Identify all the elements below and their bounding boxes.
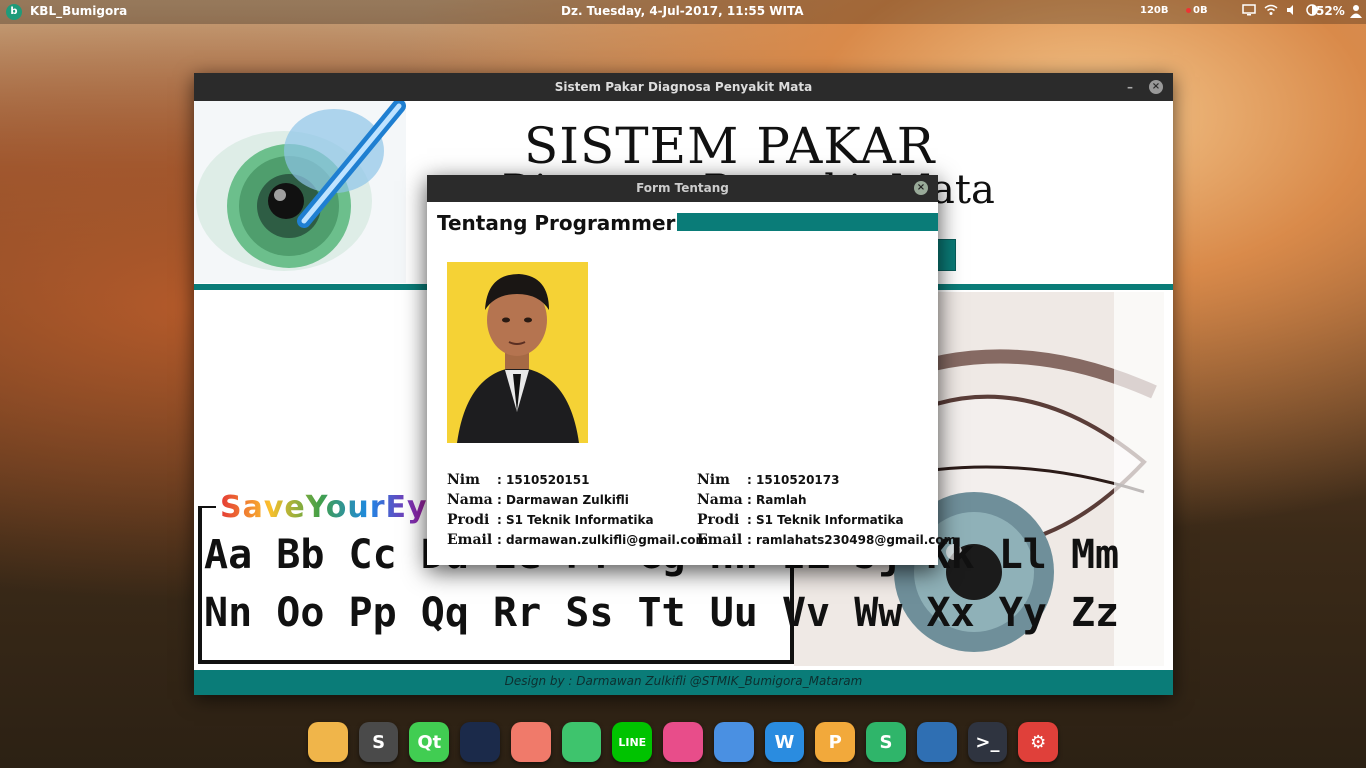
alphabet-row-2: Nn Oo Pp Qq Rr Ss Tt Uu Vv Ww Xx Yy Zz	[204, 590, 1120, 636]
settings-icon[interactable]: ⚙	[1018, 722, 1059, 762]
wps-presentation-icon[interactable]: P	[815, 722, 856, 762]
programmer-photo	[447, 262, 588, 443]
app-name[interactable]: KBL_Bumigora	[30, 4, 127, 18]
line-icon[interactable]: LINE	[612, 722, 653, 762]
display-icon[interactable]	[1242, 4, 1256, 19]
programmer1-nama: : Darmawan Zulkifli	[497, 493, 629, 507]
eye-logo-icon	[194, 101, 406, 283]
files-icon[interactable]	[308, 722, 348, 762]
chromium-icon[interactable]	[713, 722, 754, 762]
minimize-button[interactable]: –	[1127, 73, 1133, 101]
network-upload-speed: 120B	[1140, 5, 1169, 16]
close-button[interactable]: ×	[1149, 80, 1163, 94]
programmer2-prodi: : S1 Teknik Informatika	[747, 513, 904, 527]
programmer1-info: Nim : 1510520151 Nama : Darmawan Zulkifl…	[447, 472, 708, 552]
nim-label: Nim	[697, 472, 730, 488]
programmer2-email-row: Email : ramlahats230498@gmail.com	[697, 532, 956, 552]
programmer1-nama-row: Nama : Darmawan Zulkifli	[447, 492, 708, 512]
mysql-workbench-icon[interactable]	[460, 722, 500, 762]
dock: S Qt LINE W P S >_ ⚙	[308, 716, 1059, 768]
nama-label: Nama	[447, 492, 493, 508]
system-tray	[1242, 4, 1318, 19]
main-window-title: Sistem Pakar Diagnosa Penyakit Mata	[554, 80, 813, 94]
dialog-heading-bar	[677, 213, 938, 231]
programmer1-nim: : 1510520151	[497, 473, 590, 487]
wifi-icon[interactable]	[1264, 4, 1278, 19]
dialog-close-button[interactable]: ×	[914, 181, 928, 195]
programmer1-prodi-row: Prodi : S1 Teknik Informatika	[447, 512, 708, 532]
programmer2-info: Nim : 1510520173 Nama : Ramlah Prodi : S…	[697, 472, 956, 552]
programmer1-email: : darmawan.zulkifli@gmail.com	[497, 533, 709, 547]
bumigora-logo-icon[interactable]: b	[6, 4, 22, 20]
footer-bar: Design by : Darmawan Zulkifli @STMIK_Bum…	[194, 670, 1173, 695]
programmer2-prodi-row: Prodi : S1 Teknik Informatika	[697, 512, 956, 532]
programmer2-email: : ramlahats230498@gmail.com	[747, 533, 957, 547]
sublime-text-icon[interactable]: S	[358, 722, 399, 762]
prodi-label: Prodi	[447, 512, 490, 528]
dialog-title: Form Tentang	[636, 181, 729, 195]
programmer1-email-row: Email : darmawan.zulkifli@gmail.com	[447, 532, 708, 552]
volume-icon[interactable]	[1286, 4, 1298, 19]
network-download-value: 0B	[1193, 5, 1208, 16]
user-icon[interactable]	[1350, 4, 1362, 21]
dialog-titlebar[interactable]: Form Tentang ×	[427, 175, 938, 202]
battery-percentage[interactable]: 52%	[1316, 4, 1345, 18]
nama-label: Nama	[697, 492, 743, 508]
top-panel: b KBL_Bumigora Dz. Tuesday, 4-Jul-2017, …	[0, 0, 1366, 24]
header-accent-box	[936, 239, 956, 271]
inkscape-icon[interactable]	[510, 722, 551, 762]
wps-spreadsheets-icon[interactable]: S	[866, 722, 906, 762]
main-window-titlebar[interactable]: Sistem Pakar Diagnosa Penyakit Mata – ×	[194, 73, 1173, 101]
programmer1-nim-row: Nim : 1510520151	[447, 472, 708, 492]
network-download-speed: 0B	[1186, 5, 1208, 16]
downloader-icon[interactable]	[916, 722, 957, 762]
wps-writer-icon[interactable]: W	[764, 722, 805, 762]
prodi-label: Prodi	[697, 512, 740, 528]
telegram-icon[interactable]	[663, 722, 703, 762]
programmer2-nim-row: Nim : 1510520173	[697, 472, 956, 492]
about-dialog: Form Tentang × Tentang Programmer Nim : …	[427, 175, 956, 565]
programmer1-prodi: : S1 Teknik Informatika	[497, 513, 654, 527]
programmer2-nama-row: Nama : Ramlah	[697, 492, 956, 512]
nim-label: Nim	[447, 472, 480, 488]
qt-creator-icon[interactable]: Qt	[409, 722, 450, 762]
email-label: Email	[697, 532, 743, 548]
download-indicator-icon	[1186, 7, 1191, 13]
footer-credit: Design by : Darmawan Zulkifli @STMIK_Bum…	[504, 674, 863, 688]
programmer2-nama: : Ramlah	[747, 493, 807, 507]
email-label: Email	[447, 532, 493, 548]
screenshot-icon[interactable]	[561, 722, 602, 762]
terminal-icon[interactable]: >_	[967, 722, 1008, 762]
programmer2-nim: : 1510520173	[747, 473, 840, 487]
dialog-heading: Tentang Programmer	[437, 211, 676, 235]
clock[interactable]: Dz. Tuesday, 4-Jul-2017, 11:55 WITA	[561, 4, 804, 18]
